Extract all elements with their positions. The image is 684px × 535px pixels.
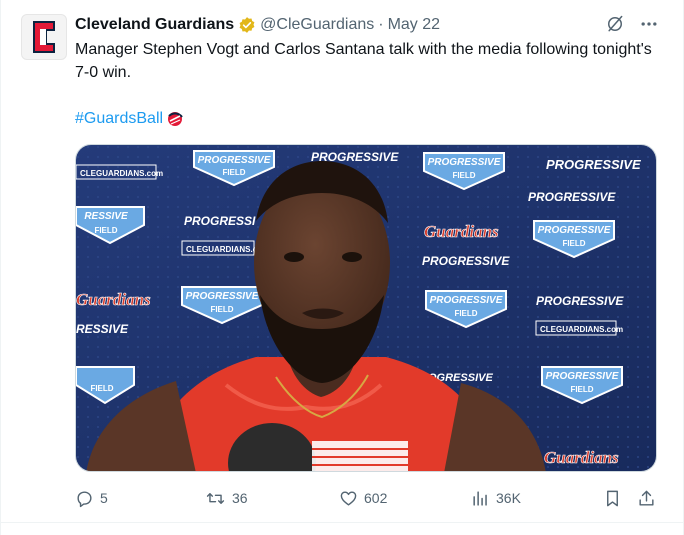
bookmark-icon <box>607 490 618 506</box>
reply-count: 5 <box>100 490 108 506</box>
svg-text:FIELD: FIELD <box>452 171 475 180</box>
svg-text:FIELD: FIELD <box>222 168 245 177</box>
svg-text:PROGRESSIVE: PROGRESSIVE <box>198 155 271 166</box>
backdrop-team-script: Guardians <box>76 290 151 309</box>
guardians-logo-icon <box>33 21 55 53</box>
svg-text:FIELD: FIELD <box>454 309 477 318</box>
backdrop-sponsor-text: PROGRESSIVE <box>528 190 616 204</box>
more-options-icon[interactable] <box>639 14 659 39</box>
svg-text:FIELD: FIELD <box>570 385 593 394</box>
hashtag-link[interactable]: #GuardsBall <box>75 108 163 130</box>
video-media[interactable]: PROGRESSIVE FIELD PROGRESSIVE FIELD RESS… <box>75 144 657 472</box>
retweet-button[interactable]: 36 <box>205 486 248 510</box>
views-count: 36K <box>496 490 521 506</box>
separator-dot: · <box>378 16 384 33</box>
hashtag-line: #GuardsBall <box>75 108 185 130</box>
tweet-header: Cleveland Guardians @CleGuardians · May … <box>75 14 440 36</box>
engagement-bar: 5 36 602 36K <box>75 486 661 510</box>
tweet-text: Manager Stephen Vogt and Carlos Santana … <box>75 41 652 81</box>
backdrop-sponsor-text: RESSIVE <box>76 322 129 336</box>
verified-badge-icon <box>238 16 256 34</box>
account-name[interactable]: Cleveland Guardians <box>75 16 234 34</box>
svg-text:RESSIVE: RESSIVE <box>84 211 128 222</box>
avatar[interactable] <box>21 14 67 60</box>
svg-text:FIELD: FIELD <box>210 305 233 314</box>
backdrop-sponsor-text: PROGRESSI <box>184 214 256 228</box>
tweet-date[interactable]: May 22 <box>388 16 440 34</box>
heart-icon <box>340 490 357 506</box>
svg-text:PROGRESSIVE: PROGRESSIVE <box>546 371 619 382</box>
reply-button[interactable]: 5 <box>75 486 108 510</box>
svg-text:FIELD: FIELD <box>562 239 585 248</box>
retweet-icon <box>206 492 225 504</box>
svg-text:CLEGUARDIANS.com: CLEGUARDIANS.com <box>540 325 623 334</box>
like-button[interactable]: 602 <box>339 486 387 510</box>
svg-text:FIELD: FIELD <box>94 226 117 235</box>
reply-icon <box>77 490 92 507</box>
backdrop-team-script: Guardians <box>544 448 619 467</box>
svg-text:FIELD: FIELD <box>90 384 113 393</box>
divider <box>1 522 684 523</box>
backdrop-sponsor-text: PROGRESSIVE <box>536 294 624 308</box>
top-actions <box>605 14 659 39</box>
backdrop-team-script: Guardians <box>424 222 499 241</box>
backdrop-sponsor-text: PROGRESSIVE <box>422 254 510 268</box>
bookmark-button[interactable] <box>603 486 622 510</box>
svg-text:CLEGUARDIANS.com: CLEGUARDIANS.com <box>80 169 163 178</box>
views-chart-icon <box>473 490 487 506</box>
svg-text:PROGRESSIVE: PROGRESSIVE <box>428 157 501 168</box>
tweet-card[interactable]: Cleveland Guardians @CleGuardians · May … <box>0 0 684 535</box>
svg-text:PROGRESSIVE: PROGRESSIVE <box>186 291 259 302</box>
svg-text:PROGRESSIVE: PROGRESSIVE <box>538 225 611 236</box>
account-handle[interactable]: @CleGuardians <box>260 16 374 34</box>
share-icon <box>639 490 654 506</box>
grok-icon[interactable] <box>605 14 625 39</box>
press-conference-video-frame: PROGRESSIVE FIELD PROGRESSIVE FIELD RESS… <box>76 145 656 471</box>
backdrop-sponsor-text: PROGRESSIVE <box>546 157 641 172</box>
share-button[interactable] <box>637 486 656 510</box>
like-count: 602 <box>364 490 388 506</box>
svg-text:PROGRESSIVE: PROGRESSIVE <box>430 295 503 306</box>
retweet-count: 36 <box>232 490 248 506</box>
guardians-hashflag-icon <box>165 110 185 128</box>
views-button[interactable]: 36K <box>471 486 521 510</box>
